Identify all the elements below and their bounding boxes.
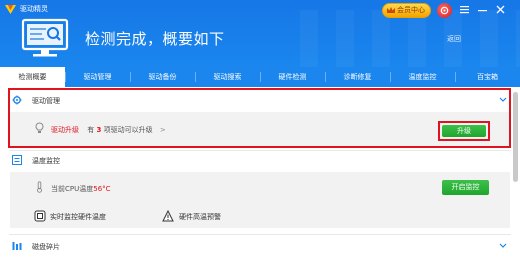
disk-section-title: 磁盘碎片	[32, 243, 60, 251]
upgrade-button-highlight: 升级	[438, 121, 490, 141]
tab-driver-backup[interactable]: 驱动备份	[130, 67, 195, 87]
monitor-scan-icon	[21, 18, 69, 57]
tab-toolbox[interactable]: 百宝箱	[455, 67, 520, 87]
app-logo-icon	[5, 5, 16, 14]
menu-icon[interactable]	[458, 3, 471, 16]
tab-overview[interactable]: 检测概要	[0, 67, 65, 87]
feature-high-temp-warning: 硬件高温预警	[179, 213, 221, 221]
member-center-label: 会员中心	[397, 6, 425, 14]
tab-driver-management[interactable]: 驱动管理	[65, 67, 130, 87]
tab-diagnosis-repair[interactable]: 诊断修复	[325, 67, 390, 87]
tab-driver-search[interactable]: 驱动搜索	[195, 67, 260, 87]
chip-icon	[34, 210, 46, 222]
upgrade-button[interactable]: 升级	[442, 125, 486, 137]
feature-realtime-monitor: 实时监控硬件温度	[50, 213, 106, 221]
minimize-icon[interactable]	[476, 3, 489, 16]
tab-temperature-monitor[interactable]: 温度监控	[390, 67, 455, 87]
warning-icon	[162, 210, 174, 222]
scrollbar[interactable]	[513, 92, 518, 182]
driver-section-highlight	[8, 88, 511, 148]
app-header: 驱动精灵 会员中心 检测完成，概要如下 返回	[0, 0, 520, 67]
title-bar: 驱动精灵 会员中心	[0, 0, 520, 20]
gamepad-icon	[440, 6, 449, 15]
section-divider	[9, 234, 511, 235]
main-tabs: 检测概要 驱动管理 驱动备份 驱动搜索 硬件检测 诊断修复 温度监控 百宝箱	[0, 67, 520, 87]
close-icon[interactable]	[494, 3, 507, 16]
member-center-button[interactable]: 会员中心	[382, 3, 431, 18]
temperature-section-header[interactable]: 温度监控	[9, 150, 511, 170]
crown-icon	[387, 7, 395, 13]
app-title: 驱动精灵	[20, 5, 48, 13]
tab-hardware-check[interactable]: 硬件检测	[260, 67, 325, 87]
disk-section-header[interactable]: 磁盘碎片	[9, 236, 511, 256]
scan-result-title: 检测完成，概要如下	[85, 30, 225, 48]
start-monitor-button[interactable]: 开启监控	[442, 180, 489, 195]
cpu-temperature-value: 56°C	[93, 185, 111, 193]
game-icon[interactable]	[437, 3, 452, 18]
thermometer-icon	[37, 181, 42, 193]
temperature-section-title: 温度监控	[32, 157, 60, 165]
cpu-temperature-row: 当前CPU温度56°C	[51, 184, 111, 194]
cpu-temperature-label: 当前CPU温度	[51, 185, 94, 193]
disk-fragment-icon	[12, 242, 22, 250]
back-link[interactable]: 返回	[447, 34, 461, 44]
list-icon	[12, 155, 22, 165]
chevron-down-icon[interactable]	[499, 243, 507, 249]
